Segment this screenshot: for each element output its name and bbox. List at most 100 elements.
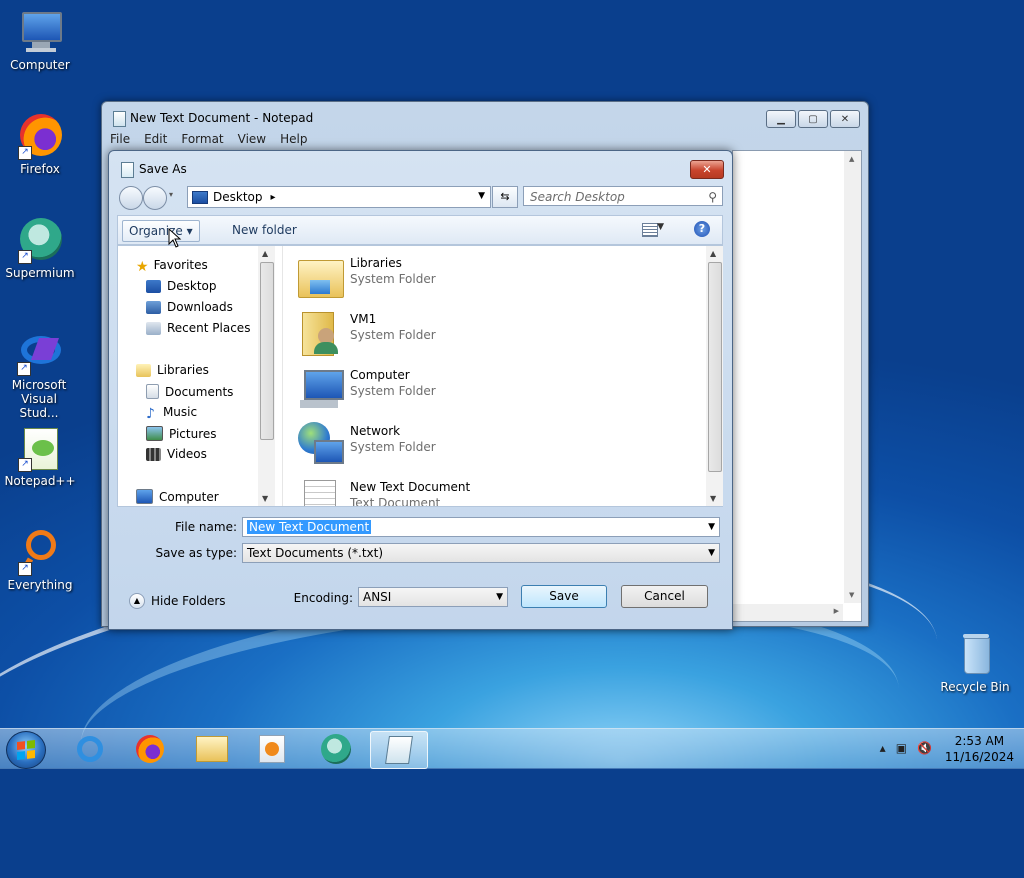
encoding-select[interactable]: ANSI ▼ xyxy=(358,587,508,607)
new-folder-button[interactable]: New folder xyxy=(226,220,303,240)
taskbar-supermium[interactable] xyxy=(308,731,364,767)
scroll-down-icon[interactable]: ▼ xyxy=(262,494,268,503)
text-document-icon xyxy=(298,478,342,506)
view-options-icon[interactable] xyxy=(642,223,658,237)
menu-format[interactable]: Format xyxy=(181,132,223,146)
save-type-select[interactable]: Text Documents (*.txt) ▼ xyxy=(242,543,720,563)
vertical-scrollbar[interactable]: ▲ ▼ xyxy=(844,151,861,603)
save-type-label: Save as type: xyxy=(155,546,237,560)
nav-computer[interactable]: Computer xyxy=(136,489,219,504)
minimize-button[interactable]: ▁ xyxy=(766,110,796,128)
music-icon: ♪ xyxy=(146,405,155,422)
nav-favorites[interactable]: ★ Favorites xyxy=(136,258,208,275)
shortcut-arrow-icon: ↗ xyxy=(18,146,32,160)
nav-libraries[interactable]: Libraries xyxy=(136,363,209,377)
save-button[interactable]: Save xyxy=(521,585,607,608)
scroll-up-icon[interactable]: ▲ xyxy=(262,249,268,258)
taskbar-internet-explorer[interactable] xyxy=(62,731,118,767)
chevron-up-icon: ▲ xyxy=(129,593,145,609)
file-name-input[interactable]: New Text Document ▼ xyxy=(242,517,720,537)
scroll-down-icon[interactable]: ▼ xyxy=(849,591,854,599)
file-item[interactable]: Libraries System Folder xyxy=(292,248,672,300)
address-location[interactable]: Desktop xyxy=(213,190,263,204)
chevron-down-icon[interactable]: ▼ xyxy=(496,588,503,606)
close-button[interactable]: ✕ xyxy=(830,110,860,128)
navigation-bar: ▾ Desktop ▸ ▼ ⇆ Search Desktop ⚲ xyxy=(117,185,723,210)
window-title: New Text Document - Notepad xyxy=(130,111,314,125)
desktop-icon-computer[interactable]: Computer xyxy=(2,8,78,72)
file-list-scrollbar[interactable]: ▲ ▼ xyxy=(706,246,723,506)
nav-downloads[interactable]: Downloads xyxy=(146,300,233,314)
nav-videos[interactable]: Videos xyxy=(146,447,207,461)
show-hidden-icons-icon[interactable]: ▴ xyxy=(880,741,886,755)
desktop-icon-recycle-bin[interactable]: Recycle Bin xyxy=(936,630,1014,694)
start-button[interactable] xyxy=(6,731,46,769)
nav-pictures[interactable]: Pictures xyxy=(146,426,217,441)
chevron-down-icon[interactable]: ▼ xyxy=(708,518,715,536)
address-dropdown-icon[interactable]: ▼ xyxy=(478,191,485,201)
text-editor[interactable]: ▲ ▼ ▶ xyxy=(732,150,862,622)
volume-muted-icon[interactable]: 🔇 xyxy=(917,741,932,755)
desktop-icon xyxy=(146,279,161,293)
desktop-icon-visual-studio[interactable]: ↗ Microsoft Visual Stud... xyxy=(0,328,78,420)
scroll-right-icon[interactable]: ▶ xyxy=(834,607,839,615)
desktop-icon-everything[interactable]: ↗ Everything xyxy=(2,528,78,592)
help-icon[interactable]: ? xyxy=(694,221,710,237)
nav-documents[interactable]: Documents xyxy=(146,384,233,399)
forward-button[interactable] xyxy=(143,186,167,210)
scroll-thumb[interactable] xyxy=(708,262,722,472)
file-item[interactable]: New Text Document Text Document xyxy=(292,472,672,506)
menu-view[interactable]: View xyxy=(238,132,266,146)
address-bar[interactable]: Desktop ▸ ▼ xyxy=(187,186,491,208)
file-item[interactable]: VM1 System Folder xyxy=(292,304,672,356)
scroll-down-icon[interactable]: ▼ xyxy=(710,494,716,503)
menu-edit[interactable]: Edit xyxy=(144,132,167,146)
network-icon[interactable]: ▣ xyxy=(896,741,907,755)
save-as-dialog[interactable]: Save As ✕ ▾ Desktop ▸ ▼ ⇆ Search Desktop… xyxy=(108,150,733,630)
desktop-icon-label: Supermium xyxy=(5,266,75,280)
shortcut-arrow-icon: ↗ xyxy=(18,458,32,472)
taskbar-notepad[interactable] xyxy=(370,731,428,769)
file-item[interactable]: Network System Folder xyxy=(292,416,672,468)
desktop-icon-notepadpp[interactable]: ↗ Notepad++ xyxy=(2,424,78,488)
taskbar-explorer[interactable] xyxy=(184,731,240,767)
taskbar-firefox[interactable] xyxy=(122,731,178,767)
refresh-button[interactable]: ⇆ xyxy=(492,186,518,208)
search-input[interactable]: Search Desktop ⚲ xyxy=(523,186,723,206)
file-name-label: File name: xyxy=(175,520,237,534)
shortcut-arrow-icon: ↗ xyxy=(18,562,32,576)
horizontal-scrollbar[interactable]: ▶ xyxy=(733,604,843,621)
scroll-up-icon[interactable]: ▲ xyxy=(710,249,716,258)
scroll-up-icon[interactable]: ▲ xyxy=(849,155,854,163)
desktop-icon-firefox[interactable]: ↗ Firefox xyxy=(2,112,78,176)
menu-help[interactable]: Help xyxy=(280,132,307,146)
desktop-icon-label: Computer xyxy=(10,58,70,72)
recycle-bin-icon xyxy=(951,630,999,678)
notepadpp-icon: ↗ xyxy=(16,424,64,472)
hide-folders-button[interactable]: ▲ Hide Folders xyxy=(129,593,226,609)
maximize-button[interactable]: ▢ xyxy=(798,110,828,128)
nav-scrollbar[interactable]: ▲ ▼ xyxy=(258,246,275,506)
scroll-thumb[interactable] xyxy=(260,262,274,440)
nav-recent-places[interactable]: Recent Places xyxy=(146,321,250,335)
search-icon[interactable]: ⚲ xyxy=(708,187,717,207)
menu-file[interactable]: File xyxy=(110,132,130,146)
organize-button[interactable]: Organize ▾ xyxy=(122,220,200,242)
recent-locations-dropdown[interactable]: ▾ xyxy=(169,190,173,199)
back-button[interactable] xyxy=(119,186,143,210)
clock[interactable]: 2:53 AM 11/16/2024 xyxy=(945,733,1014,765)
view-dropdown-icon[interactable]: ▼ xyxy=(657,222,664,232)
file-item[interactable]: Computer System Folder xyxy=(292,360,672,412)
videos-icon xyxy=(146,447,161,461)
cancel-button[interactable]: Cancel xyxy=(621,585,708,608)
save-type-value: Text Documents (*.txt) xyxy=(247,546,384,560)
dialog-close-button[interactable]: ✕ xyxy=(690,160,724,179)
chevron-down-icon[interactable]: ▼ xyxy=(708,544,715,562)
nav-music[interactable]: ♪ Music xyxy=(146,405,197,422)
recent-places-icon xyxy=(146,321,161,335)
close-icon: ✕ xyxy=(702,163,712,176)
taskbar-media-player[interactable] xyxy=(244,731,300,767)
breadcrumb-chevron-icon[interactable]: ▸ xyxy=(271,192,276,203)
desktop-icon-supermium[interactable]: ↗ Supermium xyxy=(2,216,78,280)
nav-desktop[interactable]: Desktop xyxy=(146,279,217,293)
